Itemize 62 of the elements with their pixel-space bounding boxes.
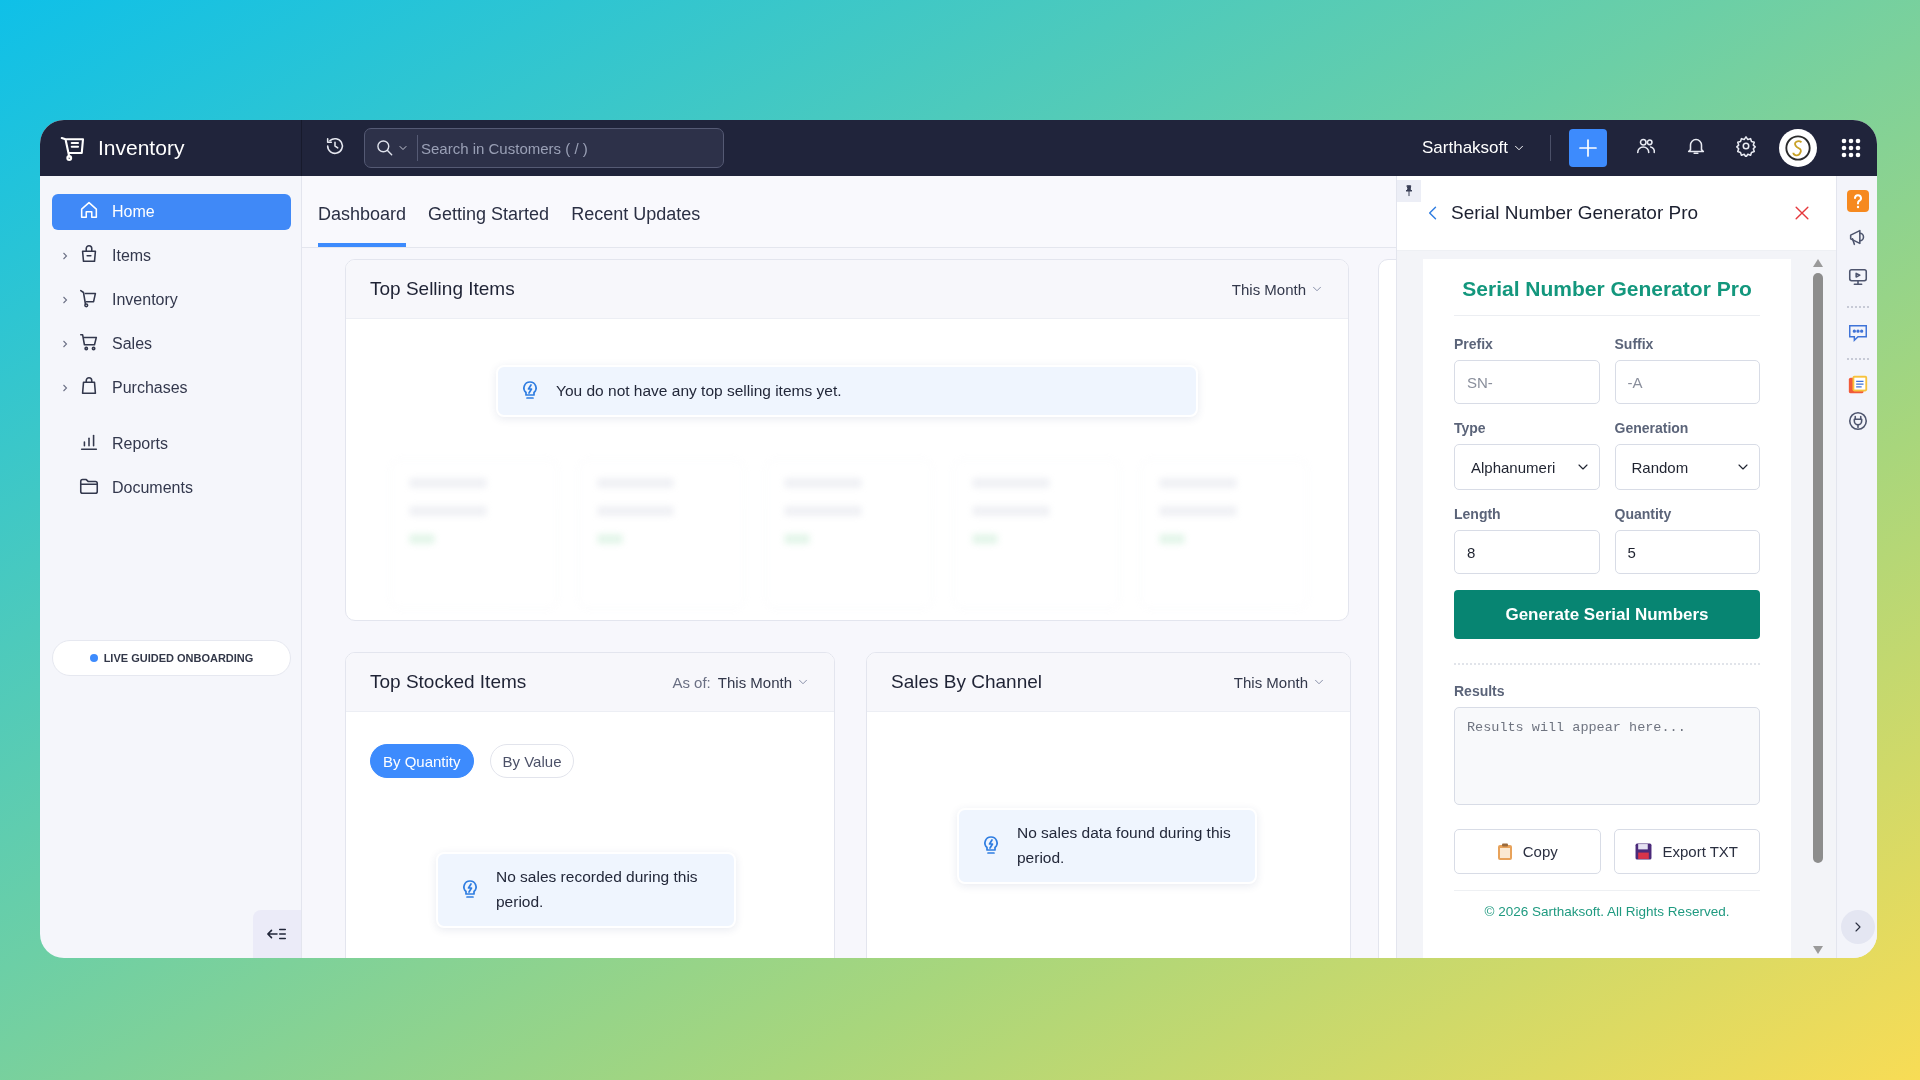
- field-label: Type: [1454, 420, 1487, 436]
- clipboard-icon: [1496, 842, 1513, 861]
- cart-icon: [78, 331, 100, 353]
- message-text: No sales recorded during this period.: [496, 867, 699, 912]
- settings-icon[interactable]: [1735, 135, 1757, 157]
- plus-icon: [1576, 136, 1600, 160]
- period-dropdown[interactable]: This Month: [717, 673, 810, 691]
- plug-icon[interactable]: [1847, 410, 1869, 432]
- copyright-text: © 2026 Sarthaksoft. All Rights Reserved.: [1454, 890, 1760, 919]
- org-switcher[interactable]: Sarthaksoft: [1416, 137, 1532, 159]
- message-text: No sales data found during this period.: [1017, 823, 1232, 868]
- field-label: Length: [1454, 506, 1502, 522]
- toggle-chip[interactable]: By Value: [489, 744, 575, 778]
- history-icon[interactable]: [324, 135, 346, 157]
- apps-grid-icon[interactable]: [1841, 138, 1861, 158]
- collapse-sidebar-button[interactable]: [253, 910, 301, 958]
- avatar[interactable]: [1779, 129, 1817, 167]
- sidebar-item[interactable]: Documents: [52, 470, 291, 506]
- message-text: You do not have any top selling items yet.: [556, 380, 842, 401]
- select-field[interactable]: Alphanumeri: [1454, 444, 1600, 490]
- input-field[interactable]: -A: [1614, 360, 1760, 404]
- home-icon: [78, 199, 100, 221]
- chat-icon[interactable]: [1847, 322, 1869, 344]
- copy-button[interactable]: Copy: [1454, 829, 1601, 874]
- scroll-down-arrow-icon[interactable]: [1813, 946, 1823, 954]
- input-field[interactable]: SN-: [1454, 360, 1600, 404]
- monitor-play-icon[interactable]: [1847, 266, 1869, 288]
- search-icon[interactable]: [375, 138, 395, 158]
- results-field[interactable]: Results will appear here...: [1454, 707, 1760, 805]
- card-title: Top Selling Items: [370, 278, 516, 300]
- notes-icon[interactable]: [1847, 374, 1869, 396]
- generator-heading: Serial Number Generator Pro: [1454, 277, 1760, 316]
- sidebar-item[interactable]: Sales: [52, 326, 291, 362]
- sidebar-item[interactable]: Purchases: [52, 370, 291, 406]
- pin-button[interactable]: [1397, 180, 1421, 202]
- panel-title: Serial Number Generator Pro: [1451, 202, 1700, 224]
- export-button[interactable]: Export TXT: [1613, 829, 1760, 874]
- period-dropdown[interactable]: This Month: [1231, 280, 1324, 298]
- field-label: Quantity: [1614, 506, 1673, 522]
- sidebar-item[interactable]: Items: [52, 238, 291, 274]
- field-label: Results: [1454, 683, 1506, 699]
- select-field[interactable]: Random: [1614, 444, 1760, 490]
- app-name: Inventory: [98, 136, 185, 160]
- sidebar-item[interactable]: Inventory: [52, 282, 291, 318]
- onboarding-button[interactable]: LIVE GUIDED ONBOARDING: [52, 640, 291, 676]
- add-button[interactable]: [1569, 129, 1607, 167]
- tab[interactable]: Recent Updates: [571, 204, 701, 247]
- period-dropdown[interactable]: This Month: [1233, 673, 1326, 691]
- input-field[interactable]: 8: [1454, 530, 1600, 574]
- search-field[interactable]: Search in Customers ( / ): [364, 128, 724, 168]
- sidebar-item[interactable]: Reports: [52, 426, 291, 462]
- tab[interactable]: Getting Started: [428, 204, 550, 247]
- card-title: Top Stocked Items: [370, 671, 528, 693]
- period-label: As of:: [672, 673, 711, 691]
- field-label: Prefix: [1454, 336, 1494, 352]
- tab[interactable]: Dashboard: [318, 204, 407, 247]
- scroll-up-arrow-icon[interactable]: [1813, 259, 1823, 267]
- input-field[interactable]: 5: [1614, 530, 1760, 574]
- card-title: Sales By Channel: [891, 671, 1044, 693]
- generate-button[interactable]: Generate Serial Numbers: [1454, 590, 1760, 639]
- field-label: Suffix: [1614, 336, 1655, 352]
- field-label: Generation: [1614, 420, 1690, 436]
